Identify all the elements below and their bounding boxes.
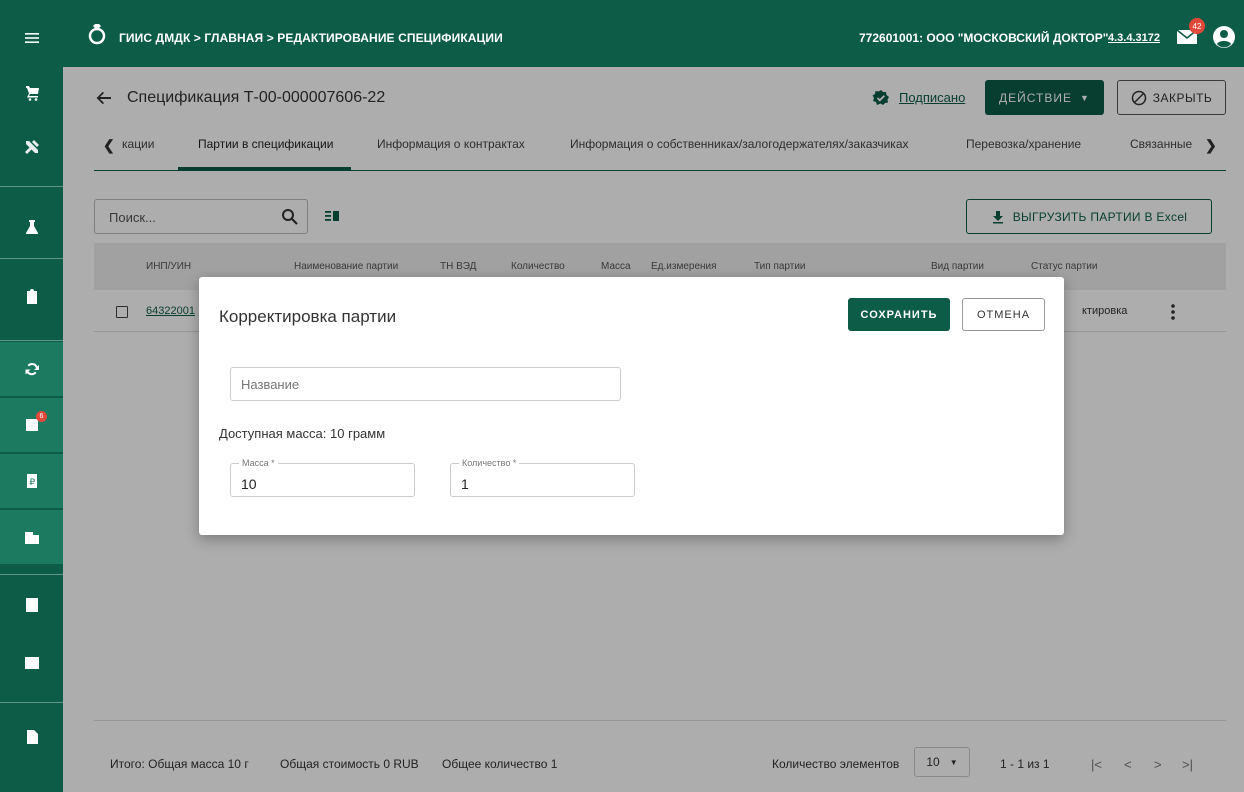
dialog-title: Корректировка партии: [219, 307, 397, 326]
menu-icon[interactable]: [0, 10, 63, 66]
mass-field-label: Масса *: [239, 458, 278, 468]
registry-icon[interactable]: 6: [0, 398, 63, 452]
sync-icon[interactable]: [0, 342, 63, 396]
tools-icon[interactable]: [0, 120, 63, 174]
sidebar: 6 ₽: [0, 0, 63, 792]
clipboard-icon[interactable]: [0, 270, 63, 324]
organization-name: 772601001: ООО "МОСКОВСКИЙ ДОКТОР": [859, 31, 1109, 45]
mass-field[interactable]: Масса * 10: [230, 458, 415, 497]
user-account-icon[interactable]: [1212, 25, 1236, 49]
edit-batch-dialog: Корректировка партии СОХРАНИТЬ ОТМЕНА До…: [199, 277, 1064, 535]
cancel-button[interactable]: ОТМЕНА: [962, 298, 1045, 331]
name-input[interactable]: [230, 367, 621, 401]
quantity-field[interactable]: Количество * 1: [450, 458, 635, 497]
checklist-icon[interactable]: [0, 636, 63, 690]
quantity-field-value: 1: [461, 476, 469, 492]
diamond-ring-logo-icon: [88, 24, 106, 45]
contact-icon[interactable]: [0, 578, 63, 632]
available-mass: Доступная масса: 10 грамм: [219, 426, 386, 441]
flask-icon[interactable]: [0, 200, 63, 254]
breadcrumb[interactable]: ГИИС ДМДК > ГЛАВНАЯ > РЕДАКТИРОВАНИЕ СПЕ…: [119, 31, 503, 45]
document-icon[interactable]: [0, 710, 63, 764]
mass-field-value: 10: [241, 476, 257, 492]
notification-badge: 6: [36, 411, 47, 422]
mail-count-badge: 42: [1189, 18, 1205, 34]
quantity-field-label: Количество *: [459, 458, 520, 468]
top-bar: ГИИС ДМДК > ГЛАВНАЯ > РЕДАКТИРОВАНИЕ СПЕ…: [63, 0, 1244, 67]
save-button[interactable]: СОХРАНИТЬ: [848, 298, 950, 331]
svg-text:₽: ₽: [29, 478, 35, 488]
payment-icon[interactable]: ₽: [0, 454, 63, 508]
building-icon[interactable]: [0, 510, 63, 564]
cart-icon[interactable]: [0, 66, 63, 120]
version-link[interactable]: 4.3.4.3172: [1108, 32, 1160, 44]
